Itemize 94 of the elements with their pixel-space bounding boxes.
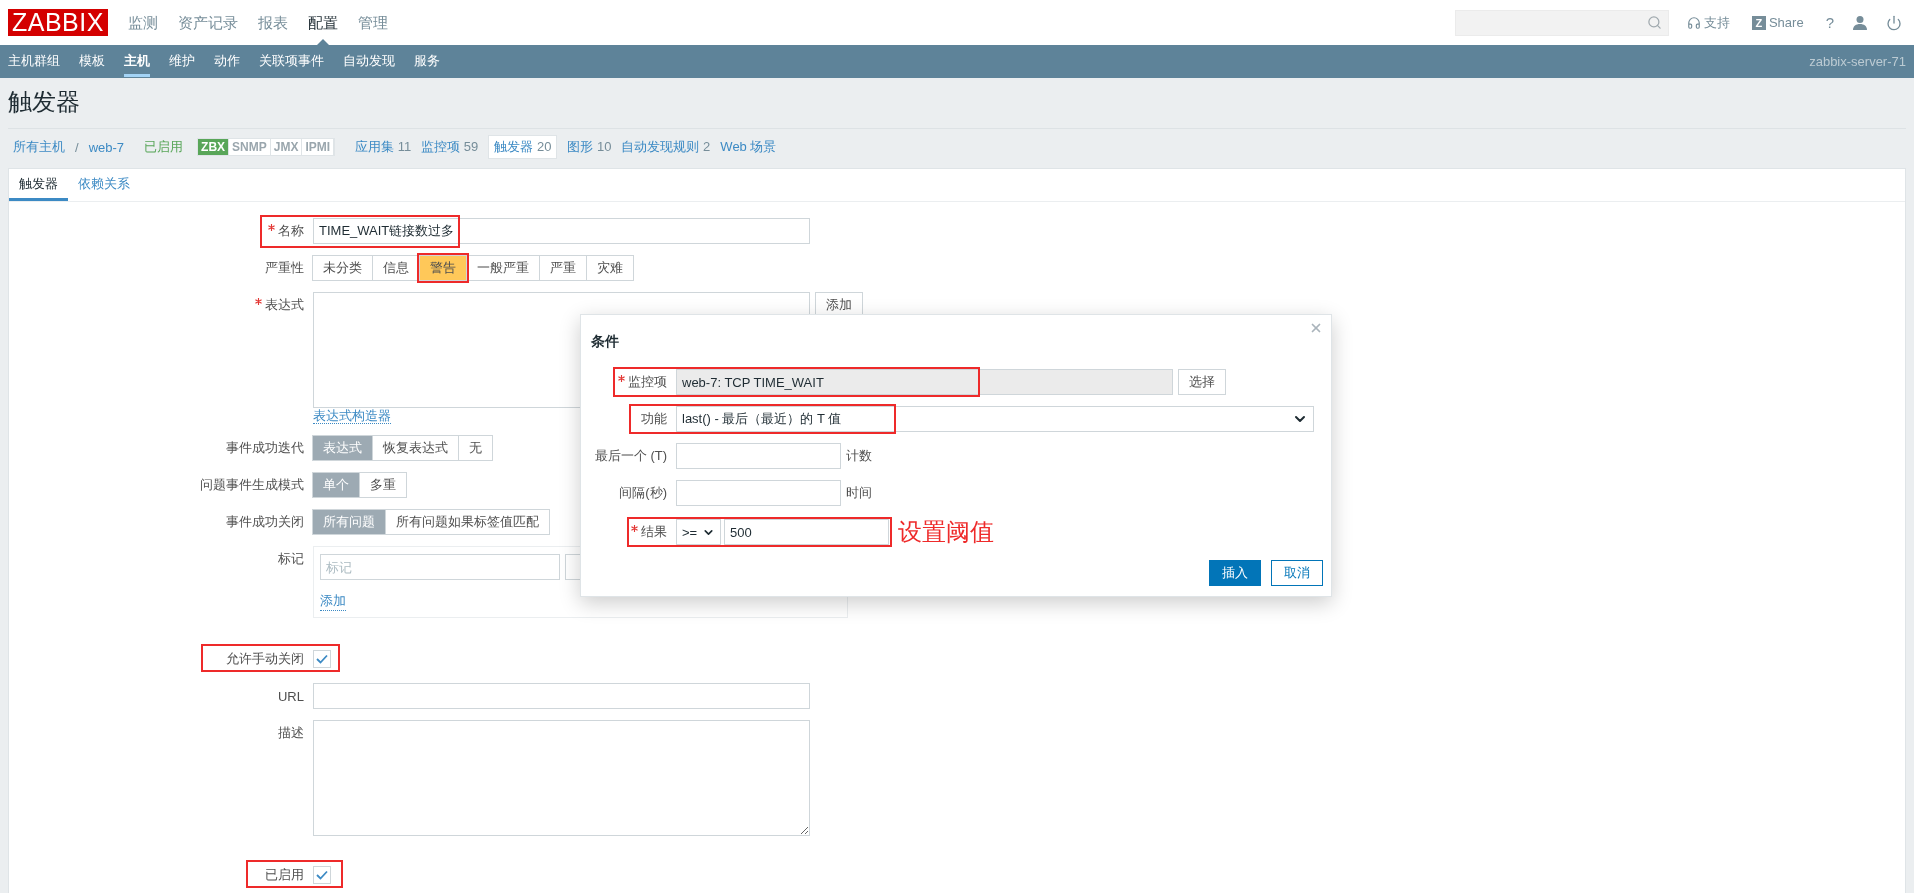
unit-label: 计数 bbox=[846, 447, 872, 465]
text-field[interactable] bbox=[676, 480, 841, 506]
field-label: 描述 bbox=[278, 724, 304, 742]
radio-option[interactable]: 多重 bbox=[359, 472, 407, 498]
radio-option[interactable]: 恢复表达式 bbox=[372, 435, 459, 461]
host-section-link[interactable]: 应用集 11 bbox=[355, 138, 412, 156]
main-menu-item[interactable]: 配置 bbox=[307, 0, 338, 45]
field-label: 允许手动关闭 bbox=[226, 650, 304, 668]
host-section-link[interactable]: 自动发现规则 2 bbox=[621, 138, 711, 156]
severity-option[interactable]: 警告 bbox=[419, 255, 467, 281]
main-menu-item[interactable]: 管理 bbox=[357, 0, 388, 45]
field-label: 监控项 bbox=[628, 373, 667, 391]
severity-option[interactable]: 一般严重 bbox=[466, 255, 540, 281]
host-section-link[interactable]: 监控项 59 bbox=[421, 138, 479, 156]
radio-option[interactable]: 所有问题如果标签值匹配 bbox=[385, 509, 550, 535]
field-label: 已启用 bbox=[265, 866, 304, 884]
field-label: 事件成功迭代 bbox=[226, 439, 304, 457]
radio-option[interactable]: 无 bbox=[458, 435, 493, 461]
field-label: 名称 bbox=[278, 222, 304, 240]
host-section-link[interactable]: 触发器 20 bbox=[488, 135, 558, 159]
server-name: zabbix-server-71 bbox=[1809, 54, 1906, 69]
field-label: 问题事件生成模式 bbox=[200, 476, 304, 494]
add-link[interactable]: 添加 bbox=[320, 592, 346, 611]
sub-menu-item[interactable]: 模板 bbox=[79, 46, 105, 77]
search-icon bbox=[1646, 15, 1662, 30]
main-menu-item[interactable]: 资产记录 bbox=[177, 0, 238, 45]
radio-option[interactable]: 单个 bbox=[312, 472, 360, 498]
support-link[interactable]: 支持 bbox=[1686, 13, 1730, 32]
headset-icon bbox=[1686, 15, 1701, 30]
severity-option[interactable]: 信息 bbox=[372, 255, 420, 281]
expression-builder-link[interactable]: 表达式构造器 bbox=[313, 408, 391, 424]
dialog-button[interactable]: 插入 bbox=[1209, 560, 1261, 586]
item-field[interactable]: web-7: TCP TIME_WAIT bbox=[676, 369, 1173, 395]
user-icon bbox=[1852, 14, 1868, 31]
field-label: 最后一个 (T) bbox=[594, 447, 667, 465]
host-section-link[interactable]: Web 场景 bbox=[720, 138, 777, 156]
breadcrumb-link[interactable]: 所有主机 bbox=[13, 138, 65, 156]
main-menu-item[interactable]: 监测 bbox=[127, 0, 158, 45]
unit-label: 时间 bbox=[846, 484, 872, 502]
sub-menu-item[interactable]: 维护 bbox=[169, 46, 195, 77]
radio-option[interactable]: 表达式 bbox=[312, 435, 373, 461]
interface-tag: JMX bbox=[270, 139, 303, 155]
radio-option[interactable]: 所有问题 bbox=[312, 509, 386, 535]
help-link[interactable]: ? bbox=[1825, 14, 1834, 31]
tab[interactable]: 触发器 bbox=[9, 169, 68, 201]
interface-tag: IPMI bbox=[302, 139, 335, 155]
tag-field[interactable]: 标记 bbox=[320, 554, 560, 580]
checkbox[interactable] bbox=[313, 866, 331, 884]
description-field[interactable] bbox=[313, 720, 810, 836]
zabbix-logo[interactable]: ZABBIX bbox=[8, 9, 108, 36]
share-link[interactable]: Z Share bbox=[1751, 15, 1804, 30]
tab[interactable]: 依赖关系 bbox=[68, 169, 140, 201]
field-label: 表达式 bbox=[265, 296, 304, 314]
field-label: 严重性 bbox=[265, 259, 304, 277]
select-button[interactable]: 选择 bbox=[1178, 369, 1226, 395]
sub-menu-item[interactable]: 关联项事件 bbox=[259, 46, 324, 77]
field-label: 标记 bbox=[278, 550, 304, 568]
severity-option[interactable]: 严重 bbox=[539, 255, 587, 281]
sub-menu-item[interactable]: 动作 bbox=[214, 46, 240, 77]
sub-menu-item[interactable]: 服务 bbox=[414, 46, 440, 77]
host-status: 已启用 bbox=[144, 138, 184, 156]
page-title: 触发器 bbox=[8, 78, 1906, 129]
interface-tag: SNMP bbox=[229, 139, 271, 155]
user-profile-button[interactable] bbox=[1852, 14, 1868, 31]
text-field[interactable] bbox=[676, 443, 841, 469]
host-section-link[interactable]: 图形 10 bbox=[567, 138, 612, 156]
function-select[interactable]: last() - 最后（最近）的 T 值 bbox=[676, 406, 1314, 432]
result-field[interactable]: 500 bbox=[724, 519, 889, 545]
breadcrumb-link[interactable]: web-7 bbox=[88, 139, 125, 155]
field-label: 事件成功关闭 bbox=[226, 513, 304, 531]
annotation-text: 设置阈值 bbox=[898, 519, 994, 545]
checkbox[interactable] bbox=[313, 650, 331, 668]
breadcrumb-separator: / bbox=[75, 139, 79, 155]
field-label: URL bbox=[278, 688, 304, 704]
field-label: 功能 bbox=[641, 410, 667, 428]
sub-menu-item[interactable]: 自动发现 bbox=[343, 46, 395, 77]
severity-option[interactable]: 灾难 bbox=[586, 255, 634, 281]
sub-menu-item[interactable]: 主机群组 bbox=[8, 46, 60, 77]
sign-out-button[interactable] bbox=[1886, 14, 1902, 31]
checkmark-icon bbox=[316, 654, 328, 664]
operator-select[interactable]: >= bbox=[676, 519, 721, 545]
interface-tag: ZBX bbox=[198, 139, 230, 155]
name-field[interactable]: TIME_WAIT链接数过多 bbox=[313, 218, 810, 244]
search-field[interactable] bbox=[1454, 9, 1669, 36]
main-menu-item[interactable]: 报表 bbox=[257, 0, 288, 45]
close-icon[interactable] bbox=[1309, 321, 1323, 335]
sub-menu-item[interactable]: 主机 bbox=[124, 46, 150, 77]
severity-option[interactable]: 未分类 bbox=[312, 255, 373, 281]
field-label: 结果 bbox=[641, 523, 667, 541]
field-label: 间隔(秒) bbox=[619, 484, 667, 502]
url-field[interactable] bbox=[313, 683, 810, 709]
checkmark-icon bbox=[316, 870, 328, 880]
dialog-button[interactable]: 取消 bbox=[1271, 560, 1323, 586]
dialog-title: 条件 bbox=[591, 333, 620, 351]
